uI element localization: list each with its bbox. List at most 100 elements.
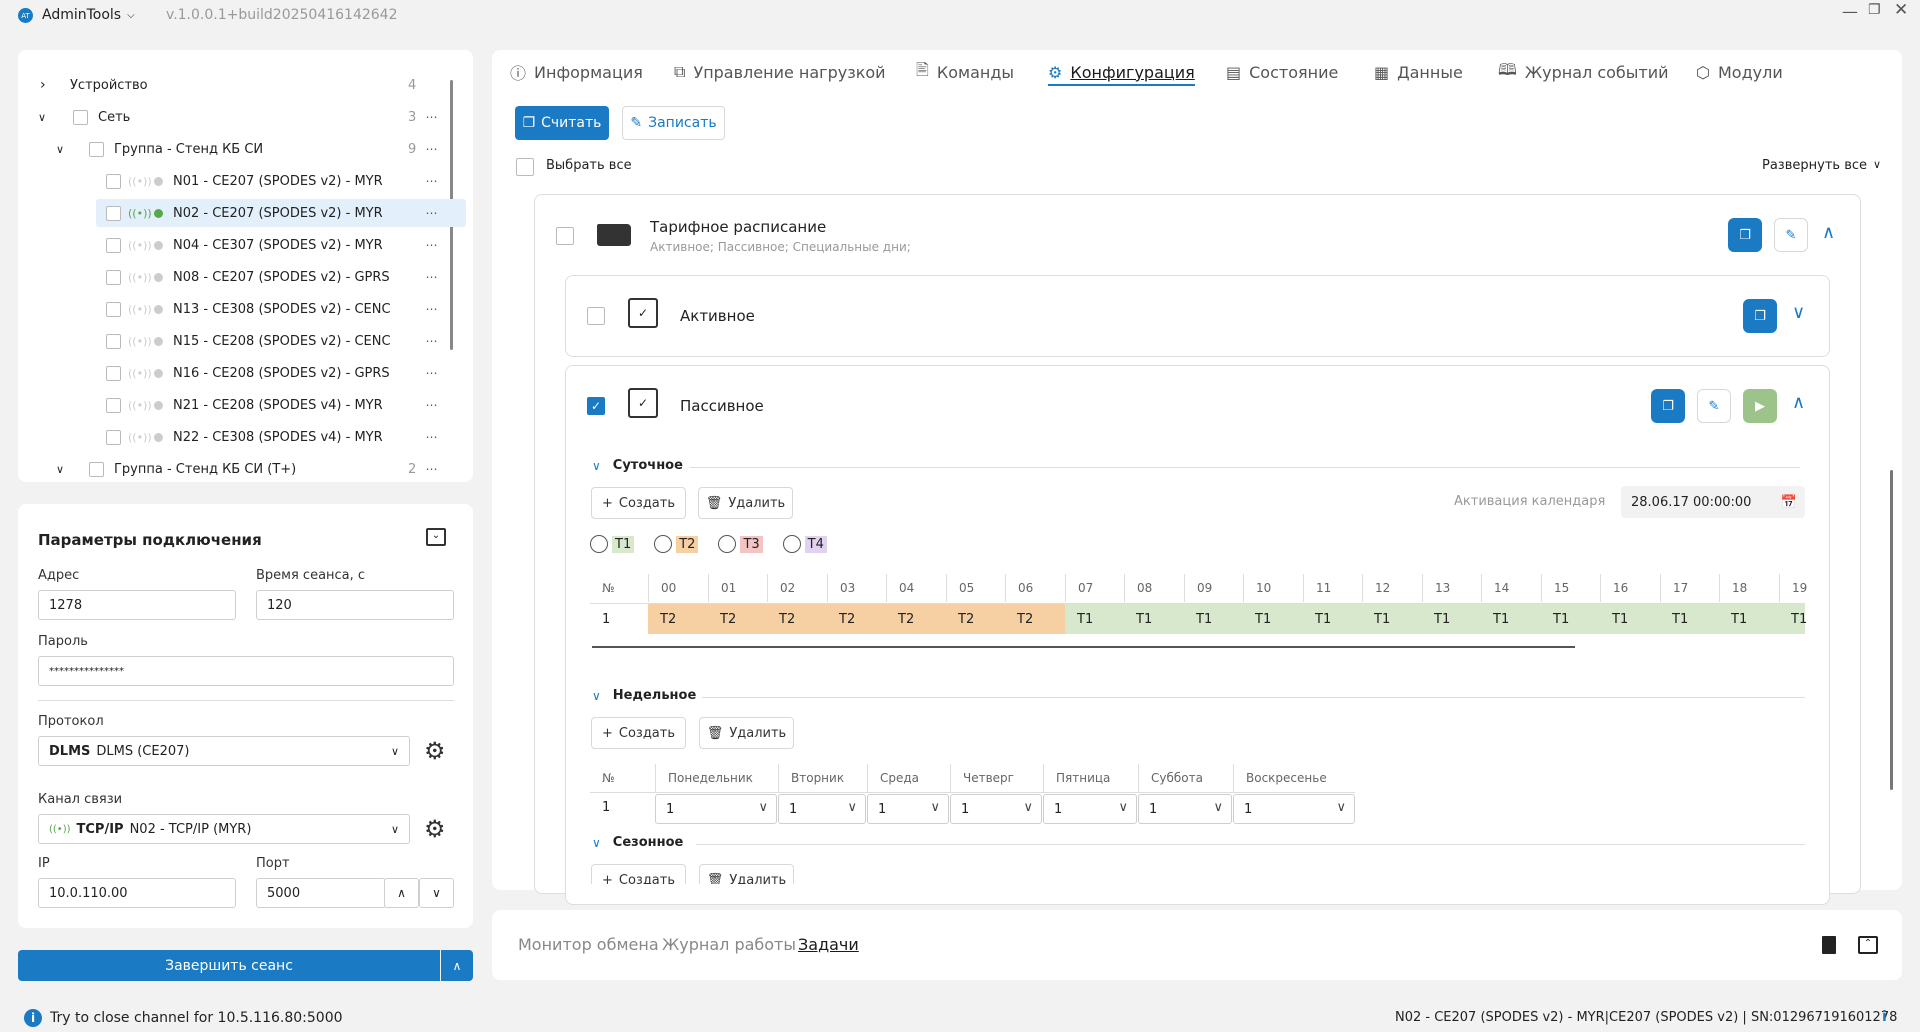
radio-t1[interactable]: T1 (590, 535, 635, 553)
passive-checkbox[interactable]: ✓ (587, 397, 605, 415)
more-icon[interactable]: ⋯ (422, 462, 442, 476)
daily-hour-cell[interactable]: T2 (827, 604, 887, 634)
weekly-day-select[interactable]: 1 ∨ (1233, 794, 1355, 824)
more-icon[interactable]: ⋯ (422, 334, 442, 348)
tree-checkbox[interactable] (89, 141, 104, 157)
tree-checkbox[interactable] (106, 397, 121, 413)
daily-hour-cell[interactable]: T2 (767, 604, 827, 634)
active-copy-button[interactable]: ❐ (1743, 299, 1777, 333)
more-icon[interactable]: ⋯ (422, 206, 442, 220)
weekly-day-select[interactable]: 1 ∨ (655, 794, 777, 824)
daily-hour-cell[interactable]: T1 (1184, 604, 1244, 634)
tab-configuration[interactable]: ⚙ Конфигурация (1048, 60, 1195, 86)
weekly-create-button[interactable]: + Создать (591, 717, 686, 749)
radio-t2[interactable]: T2 (654, 535, 699, 553)
tab-state[interactable]: ▤ Состояние (1226, 60, 1338, 84)
daily-create-button[interactable]: + Создать (591, 487, 686, 519)
expand-all-button[interactable]: Развернуть все ∨ (1762, 158, 1881, 173)
protocol-select[interactable]: DLMS DLMS (CE207) ∨ (38, 736, 410, 766)
weekly-day-select[interactable]: 1 ∨ (1043, 794, 1137, 824)
active-checkbox[interactable] (587, 307, 605, 325)
tree-checkbox[interactable] (106, 269, 121, 285)
tree-checkbox[interactable] (106, 205, 121, 221)
export-icon[interactable]: ⌃ (1858, 936, 1878, 954)
daily-hour-cell[interactable]: T1 (1719, 604, 1779, 634)
port-increment-button[interactable]: ∧ (384, 878, 419, 908)
seasonal-section-header[interactable]: ∨ Сезонное (592, 835, 683, 850)
end-session-button[interactable]: Завершить сеанс (18, 950, 440, 981)
daily-hour-cell[interactable]: T1 (1779, 604, 1807, 634)
trash-icon[interactable] (1822, 936, 1836, 954)
weekly-day-select[interactable]: 1 ∨ (950, 794, 1042, 824)
daily-hour-cell[interactable]: T2 (886, 604, 946, 634)
tab-info[interactable]: ⓘ Информация (510, 60, 643, 84)
tab-commands[interactable]: 🖹 Команды (916, 60, 1014, 84)
tree-item-device-n22[interactable]: ((•)) N22 - CE308 (SPODES v4) - MYR ⋯ (18, 423, 458, 451)
tree-checkbox[interactable] (106, 301, 121, 317)
end-session-menu-button[interactable]: ∧ (441, 950, 473, 981)
gear-icon[interactable]: ⚙ (424, 815, 446, 843)
tree-item-device-n04[interactable]: ((•)) N04 - CE307 (SPODES v2) - MYR ⋯ (18, 231, 458, 259)
save-profile-icon[interactable]: ⌄ (426, 528, 446, 546)
weekly-day-select[interactable]: 1 ∨ (778, 794, 866, 824)
tree-item-device-n13[interactable]: ((•)) N13 - CE308 (SPODES v2) - CENC ⋯ (18, 295, 458, 323)
write-button[interactable]: ✎ Записать (622, 106, 725, 140)
daily-hour-cell[interactable]: T1 (1660, 604, 1720, 634)
daily-hour-cell[interactable]: T2 (648, 604, 708, 634)
weekly-day-select[interactable]: 1 ∨ (1138, 794, 1232, 824)
more-icon[interactable]: ⋯ (422, 302, 442, 316)
address-input[interactable]: 1278 (38, 590, 236, 620)
channel-select[interactable]: ((•)) TCP/IP N02 - TCP/IP (MYR) ∨ (38, 814, 410, 844)
more-icon[interactable]: ⋯ (422, 238, 442, 252)
more-icon[interactable]: ⋯ (422, 110, 442, 124)
password-input[interactable]: *************** (38, 656, 454, 686)
app-menu[interactable]: AdminTools ⌵ (42, 7, 135, 23)
daily-hour-cell[interactable]: T1 (1303, 604, 1363, 634)
more-icon[interactable]: ⋯ (422, 366, 442, 380)
tree-checkbox[interactable] (106, 333, 121, 349)
radio-t3[interactable]: T3 (718, 535, 763, 553)
tab-data[interactable]: ▦ Данные (1374, 60, 1463, 84)
tariff-edit-button[interactable]: ✎ (1774, 218, 1808, 252)
daily-hour-cell[interactable]: T1 (1124, 604, 1184, 634)
session-time-input[interactable]: 120 (256, 590, 454, 620)
daily-hour-cell[interactable]: T1 (1065, 604, 1125, 634)
active-expand-button[interactable]: ∨ (1792, 302, 1805, 323)
close-button[interactable]: ✕ (1894, 0, 1908, 20)
radio-t4[interactable]: T4 (782, 535, 827, 553)
daily-hour-cell[interactable]: T1 (1541, 604, 1601, 634)
daily-hour-cell[interactable]: T1 (1362, 604, 1422, 634)
tab-work-log[interactable]: Журнал работы (662, 935, 796, 954)
port-input[interactable]: 5000 (256, 878, 386, 908)
seasonal-delete-button[interactable]: 🗑 Удалить (699, 864, 794, 884)
more-icon[interactable]: ⋯ (422, 174, 442, 188)
tree-checkbox[interactable] (89, 461, 104, 477)
tree-item-network[interactable]: ∨ Сеть 3 ⋯ (18, 103, 458, 131)
more-icon[interactable]: ⋯ (422, 142, 442, 156)
daily-hour-cell[interactable]: T1 (1243, 604, 1303, 634)
tab-tasks[interactable]: Задачи (798, 935, 859, 954)
tree-item-device[interactable]: › Устройство 4 (18, 71, 458, 99)
tree-item-device-n01[interactable]: ((•)) N01 - CE207 (SPODES v2) - MYR ⋯ (18, 167, 458, 195)
tree-checkbox[interactable] (106, 237, 121, 253)
daily-hour-cell[interactable]: T1 (1422, 604, 1482, 634)
tree-item-device-n16[interactable]: ((•)) N16 - CE208 (SPODES v2) - GPRS ⋯ (18, 359, 458, 387)
weekly-section-header[interactable]: ∨ Недельное (592, 688, 696, 703)
info-icon[interactable]: i (1882, 1009, 1887, 1025)
more-icon[interactable]: ⋯ (422, 270, 442, 284)
tree-item-group[interactable]: ∨ Группа - Стенд КБ СИ 9 ⋯ (18, 135, 458, 163)
tree-item-device-n02[interactable]: ((•)) N02 - CE207 (SPODES v2) - MYR ⋯ (96, 199, 466, 227)
tariff-collapse-button[interactable]: ∧ (1822, 222, 1835, 243)
tab-modules[interactable]: ⬡ Модули (1696, 60, 1783, 84)
read-button[interactable]: ❐ Считать (515, 106, 609, 140)
daily-delete-button[interactable]: 🗑 Удалить (698, 487, 793, 519)
gear-icon[interactable]: ⚙ (424, 737, 446, 765)
tree-item-device-n08[interactable]: ((•)) N08 - CE207 (SPODES v2) - GPRS ⋯ (18, 263, 458, 291)
tree-item-group-tplus[interactable]: ∨ Группа - Стенд КБ СИ (Т+) 2 ⋯ (18, 455, 458, 482)
daily-section-header[interactable]: ∨ Суточное (592, 458, 683, 473)
port-decrement-button[interactable]: ∨ (419, 878, 454, 908)
daily-hour-cell[interactable]: T1 (1600, 604, 1660, 634)
passive-edit-button[interactable]: ✎ (1697, 389, 1731, 423)
seasonal-create-button[interactable]: + Создать (591, 864, 686, 884)
tab-load-control[interactable]: ⧉ Управление нагрузкой (674, 60, 886, 84)
